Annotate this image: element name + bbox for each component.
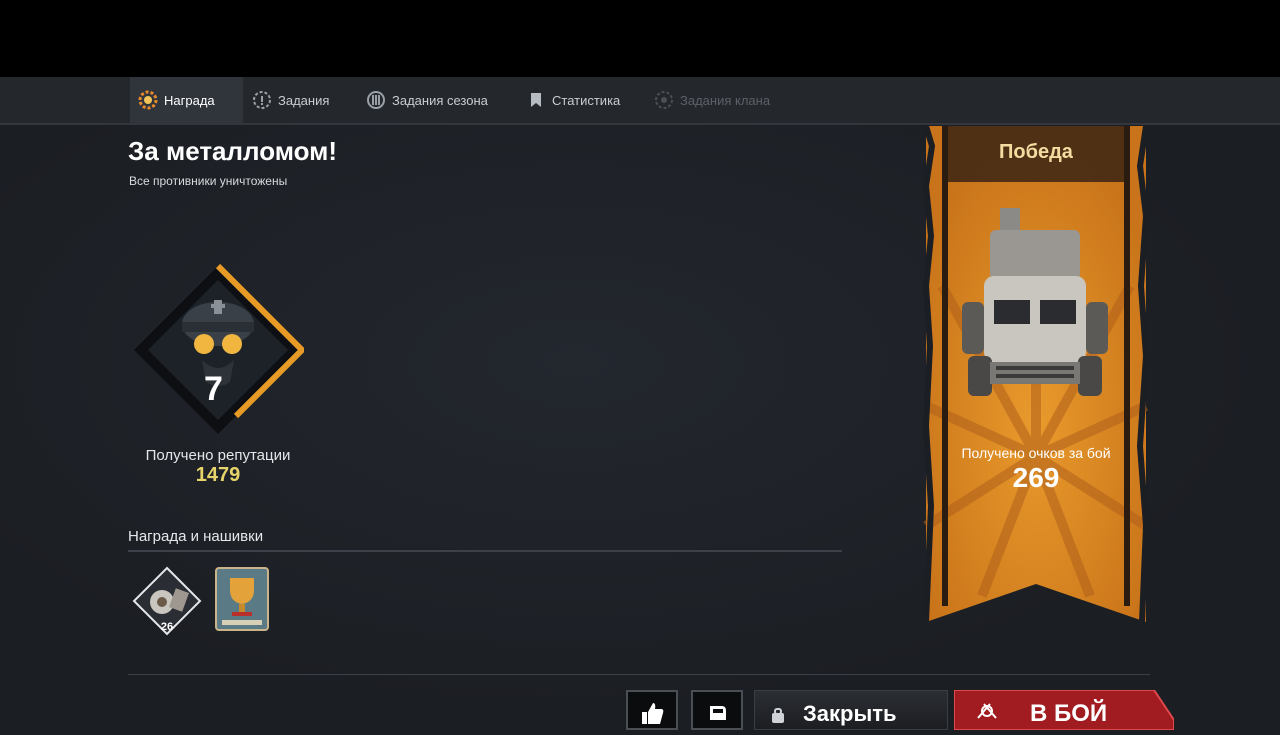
tab-statistics[interactable]: Статистика xyxy=(518,77,634,123)
tab-tasks[interactable]: Задания xyxy=(244,77,344,123)
tab-season-tasks[interactable]: Задания сезона xyxy=(358,77,504,123)
page-title: За металломом! xyxy=(128,136,338,166)
statistics-icon xyxy=(526,90,546,110)
tab-label: Задания сезона xyxy=(392,92,488,108)
top-black-bar xyxy=(0,0,1280,77)
reputation-label: Получено репутации xyxy=(145,447,291,464)
reward-count: 26 xyxy=(160,621,174,633)
fight-label: В БОЙ xyxy=(1030,700,1108,727)
battle-score-value: 269 xyxy=(1012,462,1060,493)
rank-number: 7 xyxy=(204,370,223,408)
close-label: Закрыть xyxy=(803,701,897,726)
close-button[interactable]: Закрыть xyxy=(754,690,948,730)
report-button[interactable] xyxy=(691,690,743,730)
season-tasks-icon xyxy=(366,90,386,110)
like-button[interactable] xyxy=(626,690,678,730)
clan-tasks-icon xyxy=(654,90,674,110)
tab-clan-tasks[interactable]: Задания клана xyxy=(646,77,786,123)
trophy-patch-icon[interactable] xyxy=(214,566,270,632)
page-subtitle: Все противники уничтожены xyxy=(129,174,288,188)
fist-icon xyxy=(704,700,730,731)
tab-label: Задания xyxy=(278,92,330,108)
section-divider xyxy=(128,550,842,552)
victory-title: Победа xyxy=(999,141,1073,163)
rank-badge xyxy=(132,263,307,436)
thumbs-up-icon xyxy=(639,700,665,731)
tab-label: Статистика xyxy=(552,92,621,108)
close-icon xyxy=(769,705,787,723)
tab-label: Задания клана xyxy=(680,92,771,108)
tasks-gear-icon xyxy=(252,90,272,110)
reward-gear-icon xyxy=(138,90,158,110)
rewards-section-title: Награда и нашивки xyxy=(128,528,264,545)
armored-car-icon xyxy=(960,206,1110,406)
reputation-value: 1479 xyxy=(195,464,241,486)
tab-bar: Награда Задания Задания сезона Статистик… xyxy=(0,77,1280,125)
tab-label: Награда xyxy=(164,92,215,108)
bottom-divider xyxy=(128,674,1150,675)
battle-score-label: Получено очков за бой xyxy=(961,445,1111,461)
tab-reward[interactable]: Награда xyxy=(130,77,243,123)
